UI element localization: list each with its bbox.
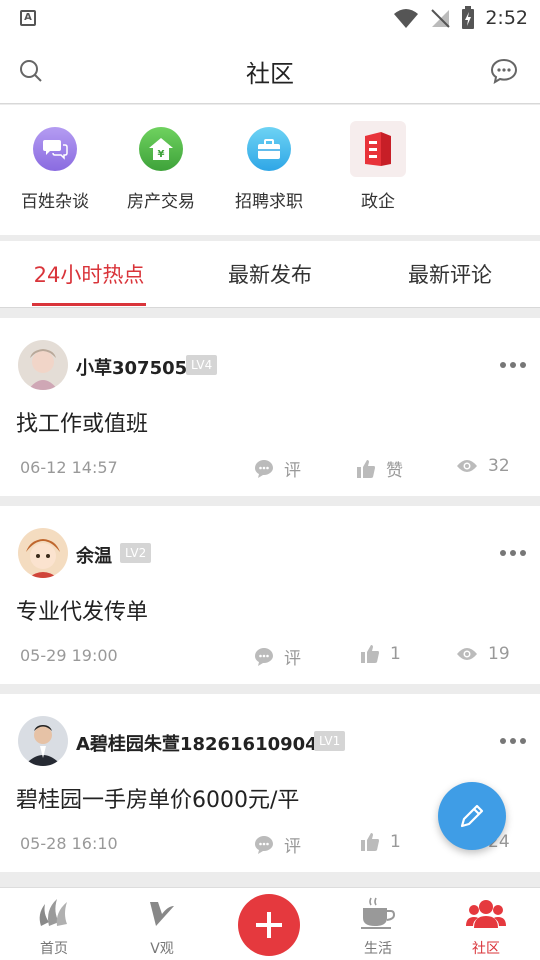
views: 32: [456, 456, 510, 476]
avatar[interactable]: [18, 528, 68, 578]
avatar[interactable]: [18, 716, 68, 766]
more-options-icon[interactable]: [500, 362, 526, 368]
comment-label: 评: [284, 461, 301, 481]
level-badge: LV2: [120, 543, 152, 563]
nav-life[interactable]: 生活: [338, 896, 418, 958]
home-logo-icon: [39, 899, 67, 926]
category-label: 房产交易: [127, 192, 195, 212]
comment-icon: [255, 459, 273, 478]
thumbs-up-icon: [357, 459, 375, 478]
category-government[interactable]: 政企: [323, 121, 433, 212]
nav-vguan[interactable]: V观: [122, 896, 202, 958]
app-notification-icon: A: [20, 10, 36, 26]
active-tab-indicator: [32, 303, 146, 306]
category-property[interactable]: ¥ 房产交易: [106, 127, 216, 212]
clock: 2:52: [485, 7, 528, 29]
username[interactable]: 余温: [76, 542, 112, 568]
top-app-bar: 社区: [0, 38, 540, 104]
plus-icon: [256, 912, 282, 938]
tab-hot-24h[interactable]: 24小时热点: [32, 259, 146, 289]
nav-label: 社区: [472, 941, 500, 957]
more-options-icon[interactable]: [500, 550, 526, 556]
nav-label: 首页: [40, 941, 68, 957]
eye-icon: [457, 460, 477, 472]
pencil-icon: [460, 804, 484, 828]
username[interactable]: 小草307505: [76, 354, 187, 380]
house-yuan-icon: ¥: [139, 127, 183, 171]
post-title[interactable]: 找工作或值班: [16, 406, 148, 438]
like-count: 1: [390, 832, 401, 852]
category-label: 百姓杂谈: [21, 192, 89, 212]
nav-label: 生活: [364, 941, 392, 957]
post-title[interactable]: 专业代发传单: [16, 594, 148, 626]
like-button[interactable]: 赞: [356, 456, 403, 481]
comment-icon: [255, 647, 273, 666]
category-jobs[interactable]: 招聘求职: [214, 127, 324, 212]
building-icon: [350, 121, 406, 177]
briefcase-icon: [247, 127, 291, 171]
category-label: 招聘求职: [235, 192, 303, 212]
v-logo-icon: [150, 902, 174, 926]
chat-bubbles-icon: [33, 127, 77, 171]
people-icon: [466, 900, 506, 928]
category-label: 政企: [361, 192, 395, 212]
level-badge: LV1: [314, 731, 346, 751]
avatar[interactable]: [18, 340, 68, 390]
status-bar: A 2:52: [0, 0, 540, 38]
like-count: 1: [390, 644, 401, 664]
view-count: 19: [488, 644, 510, 664]
post-title[interactable]: 碧桂园一手房单价6000元/平: [16, 782, 299, 814]
post-card[interactable]: 小草307505 LV4 找工作或值班 06-12 14:57 评 赞 32: [0, 318, 540, 496]
tab-latest-posts[interactable]: 最新发布: [220, 259, 320, 289]
tab-bar: 24小时热点 最新发布 最新评论: [0, 241, 540, 308]
post-date: 05-29 19:00: [20, 646, 118, 665]
category-baixing[interactable]: 百姓杂谈: [0, 127, 110, 212]
nav-community[interactable]: 社区: [446, 896, 526, 958]
like-button[interactable]: 1: [360, 832, 401, 852]
comment-icon: [255, 835, 273, 854]
comment-button[interactable]: 评: [254, 832, 301, 857]
bottom-navigation: 首页 V观 生活 社区: [0, 887, 540, 960]
post-date: 06-12 14:57: [20, 458, 118, 477]
comment-button[interactable]: 评: [254, 456, 301, 481]
thumbs-up-icon: [361, 833, 379, 851]
no-signal-icon: [431, 9, 451, 28]
views: 19: [456, 644, 510, 664]
battery-charging-icon: [462, 6, 475, 29]
page-title: 社区: [246, 60, 294, 88]
add-button[interactable]: [238, 894, 300, 956]
post-card[interactable]: 余温 LV2 专业代发传单 05-29 19:00 评 1 19: [0, 506, 540, 684]
message-icon[interactable]: [490, 58, 518, 84]
like-button[interactable]: 1: [360, 644, 401, 664]
nav-label: V观: [150, 941, 174, 957]
coffee-cup-icon: [361, 897, 396, 929]
more-options-icon[interactable]: [500, 738, 526, 744]
like-count: 赞: [386, 461, 403, 481]
post-date: 05-28 16:10: [20, 834, 118, 853]
view-count: 32: [488, 456, 510, 476]
category-grid: 百姓杂谈 ¥ 房产交易 招聘求职 政企: [0, 105, 540, 235]
nav-home[interactable]: 首页: [14, 896, 94, 958]
username[interactable]: A碧桂园朱萱18261610904: [76, 730, 318, 756]
svg-text:¥: ¥: [158, 149, 165, 160]
tab-latest-comments[interactable]: 最新评论: [400, 259, 500, 289]
comment-button[interactable]: 评: [254, 644, 301, 669]
compose-post-button[interactable]: [438, 782, 506, 850]
thumbs-up-icon: [361, 645, 379, 663]
comment-label: 评: [284, 837, 301, 857]
comment-label: 评: [284, 649, 301, 669]
eye-icon: [457, 648, 477, 660]
level-badge: LV4: [186, 355, 218, 375]
wifi-icon: [394, 9, 419, 28]
